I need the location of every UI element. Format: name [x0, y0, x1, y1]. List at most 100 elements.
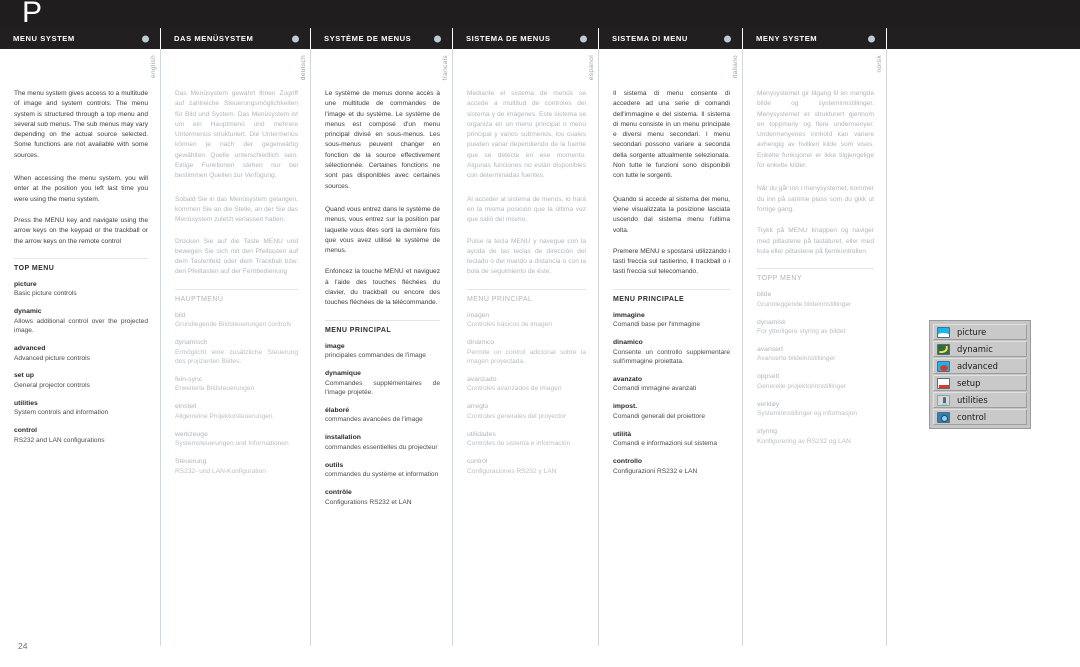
menu-entry: verktøy Systeminnstillinger og informasjo… [757, 400, 874, 419]
menu-entry-term: styring [757, 428, 778, 436]
menu-entry-description: Controles de sistema e información [467, 440, 571, 448]
menu-entry-term: image [325, 342, 345, 350]
tab-strip-filler [887, 28, 1080, 49]
intro-paragraph: The menu system gives access to a multit… [14, 90, 148, 159]
language-column-espanol: espanol Mediante el sistema de menús se a… [453, 49, 599, 646]
top-menu-heading: TOP MENU [14, 257, 148, 280]
osd-menu-item-advanced[interactable]: advanced [933, 358, 1027, 374]
brand-logo: P [22, 0, 43, 29]
intro-paragraph: Mediante el sistema de menús se accede a… [467, 90, 586, 180]
language-tab-label: SYSTÈME DE MENUS [324, 34, 412, 43]
osd-menu-item-label: picture [957, 327, 987, 337]
top-menu-heading: MENU PRINCIPAL [325, 319, 440, 342]
menu-entry: outils commandes du système et informatio… [325, 461, 440, 480]
osd-menu-item-dynamic[interactable]: dynamic [933, 341, 1027, 357]
intro-paragraph: Quando si accede al sistema dei menu, vi… [613, 195, 730, 234]
menu-entry-term: werkzeuge [175, 430, 208, 438]
menu-entry-term: arreglo [467, 403, 489, 411]
menu-entry-description: Konfigurering av RS232 og LAN [757, 437, 851, 445]
menu-entry: imagen Controles básicos de imagen [467, 311, 586, 330]
menu-entry: utilities System controls and information [14, 399, 148, 418]
vertical-language-label: espanol [588, 55, 595, 81]
language-tab-label: MENY SYSTEM [756, 34, 818, 43]
intro-paragraph: When accessing the menu system, you will… [14, 175, 148, 203]
menu-entry-description: Basic picture controls [14, 290, 77, 298]
menu-entry-description: Advanced picture controls [14, 354, 90, 362]
menu-entry-description: Permite un control adicional sobre la im… [467, 348, 586, 366]
language-column-francais: francais Le système de menus donne accès … [311, 49, 453, 646]
menu-entry: avansert Avanserte bildeinnstillinger [757, 345, 874, 364]
menu-entry-term: Steuerung [175, 458, 207, 466]
dynamic-icon [937, 343, 950, 355]
menu-entry-description: commandes du système et information [325, 471, 439, 479]
menu-entry-description: Controles generales del proyector [467, 412, 566, 420]
menu-entry-description: Grundlegende Bildsteuerungen controls [175, 321, 292, 329]
intro-paragraph: Menysystemet gir tilgang til en mengde b… [757, 90, 874, 170]
language-tab-norsk[interactable]: MENY SYSTEM [743, 28, 887, 49]
menu-entry-description: Erweiterte Bildsteuerungen [175, 385, 255, 393]
osd-menu-item-setup[interactable]: setup [933, 375, 1027, 391]
menu-entry-term: installation [325, 434, 361, 442]
intro-paragraph: Trykk på MENU knappen og naviger med pil… [757, 227, 874, 255]
top-menu-heading: MENU PRINCIPALE [613, 288, 730, 311]
menu-entry: impost. Comandi generali del proiettore [613, 402, 730, 421]
menu-entry-description: Generelle projektorinnstillinger [757, 382, 847, 390]
menu-entry: picture Basic picture controls [14, 280, 148, 299]
language-tab-english[interactable]: MENU SYSTEM [0, 28, 161, 49]
vertical-language-label: deutsch [300, 55, 307, 81]
menu-entry-term: picture [14, 280, 37, 288]
menu-entry: bild Grundlegende Bildsteuerungen control… [175, 311, 298, 330]
menu-entry-term: utilities [14, 399, 38, 407]
menu-entry-description: Commandes supplémentaires de l'image pro… [325, 379, 440, 396]
menu-entry: oppsett Generelle projektorinnstillinger [757, 372, 874, 391]
language-column-italiano: italiano Il sistema di menu consente di a… [599, 49, 743, 646]
intro-paragraph: Al acceder al sistema de menús, lo hará … [467, 195, 586, 224]
intro-paragraph: Il sistema di menu consente di accedere … [613, 90, 730, 180]
menu-entry: control RS232 and LAN configurations [14, 426, 148, 445]
top-menu-heading: HAUPTMENÜ [175, 288, 298, 311]
menu-entry: fein-sync Erweiterte Bildsteuerungen [175, 375, 298, 394]
language-tab-francais[interactable]: SYSTÈME DE MENUS [311, 28, 453, 49]
osd-menu-item-control[interactable]: control [933, 409, 1027, 425]
menu-entry-description: Avanserte bildeinnstillinger [757, 355, 836, 363]
osd-menu-item-utilities[interactable]: utilities [933, 392, 1027, 408]
advanced-icon [937, 360, 950, 372]
menu-entry: utilidades Controles de sistema e informa… [467, 430, 586, 449]
menu-entry-description: General projector controls [14, 381, 90, 389]
menu-entry-term: controllo [613, 458, 643, 466]
menu-entry-description: RS232 and LAN configurations [14, 436, 105, 444]
menu-entry-term: bilde [757, 291, 772, 299]
osd-top-menu-widget[interactable]: picture dynamic advanced setup utilities cont… [929, 320, 1031, 429]
menu-entry-description: System controls and information [14, 409, 109, 417]
menu-entry-term: contrôle [325, 489, 352, 497]
osd-menu-item-label: dynamic [957, 344, 993, 354]
language-tab-espanol[interactable]: SISTEMA DE MENUS [453, 28, 599, 49]
menu-entry-description: Ermöglicht eine zusätzliche Steuerung de… [175, 348, 298, 366]
language-tab-deutsch[interactable]: DAS MENÜSYSTEM [161, 28, 311, 49]
menu-entry-description: Systemsteuerungen und Informationen [175, 440, 289, 448]
vertical-language-label: english [150, 55, 157, 78]
menu-entry-term: control [14, 427, 38, 435]
vertical-language-label: norsk [876, 55, 883, 73]
menu-entry-description: RS232- und LAN-Konfiguration [175, 467, 266, 475]
bullet-dot-icon [434, 35, 441, 42]
menu-entry: advanced Advanced picture controls [14, 344, 148, 363]
language-column-deutsch: deutsch Das Menüsystem gewährt Ihnen Zugr… [161, 49, 311, 646]
menu-entry-term: dynamique [325, 370, 361, 378]
menu-entry-term: avanzado [467, 375, 497, 383]
osd-menu-item-picture[interactable]: picture [933, 324, 1027, 340]
intro-paragraph: Når du går inn i menysystemet, kommer du… [757, 185, 874, 213]
language-tab-label: MENU SYSTEM [13, 34, 75, 43]
menu-entry: dynamic Allows additional control over th… [14, 307, 148, 335]
menu-entry: image principales commandes de l'image [325, 342, 440, 361]
intro-paragraph: Pulse la tecla MENU y navegue con la ayu… [467, 237, 586, 276]
menu-entry-term: control [467, 458, 488, 466]
menu-entry-term: impost. [613, 403, 638, 411]
menu-entry-term: utilità [613, 430, 632, 438]
menu-entry-term: dynamisk [757, 318, 786, 326]
menu-entry: dynamique Commandes supplémentaires de l'… [325, 369, 440, 397]
language-tab-italiano[interactable]: SISTEMA DI MENU [599, 28, 743, 49]
menu-entry-description: Controles avanzados de imagen [467, 385, 562, 393]
language-tab-label: DAS MENÜSYSTEM [174, 34, 254, 43]
language-columns: english The menu system gives access to a… [0, 49, 1080, 649]
